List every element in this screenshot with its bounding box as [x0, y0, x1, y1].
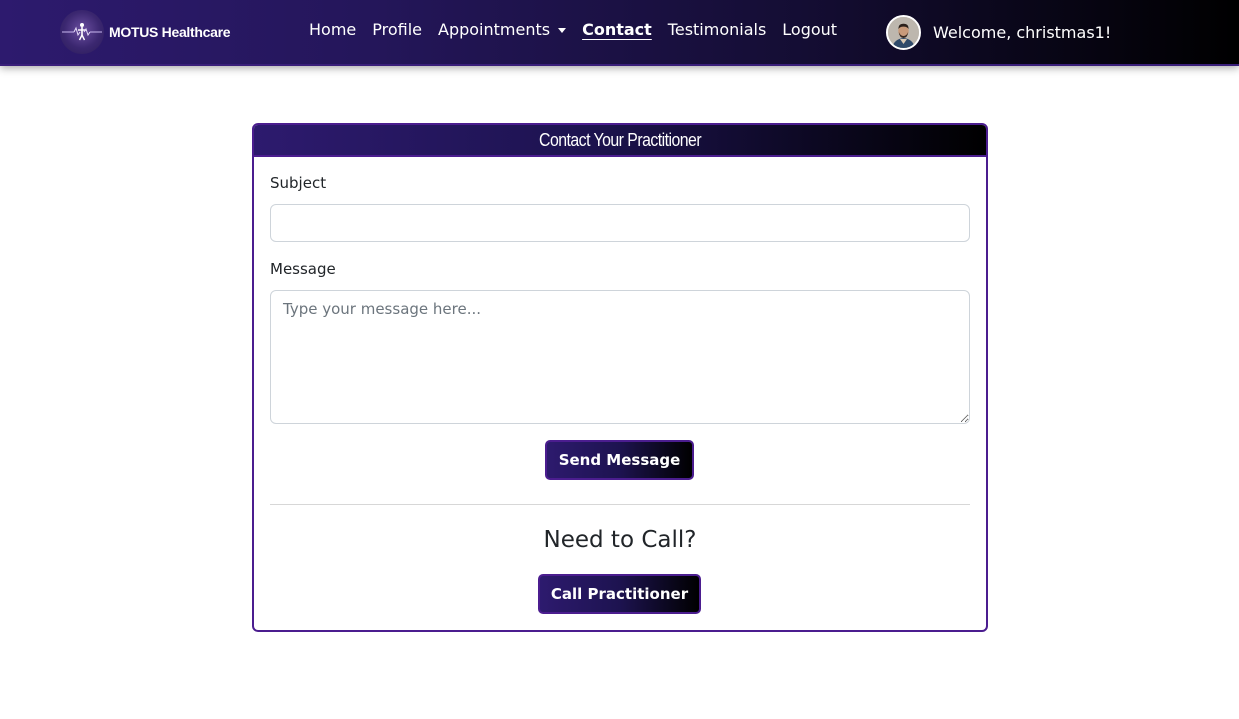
nav-profile[interactable]: Profile: [372, 20, 422, 39]
card-header: Contact Your Practitioner: [254, 125, 986, 157]
message-label: Message: [270, 260, 336, 278]
subject-input[interactable]: [270, 204, 970, 242]
nav-appointments-label: Appointments: [438, 20, 551, 39]
motus-logo-icon: [60, 10, 104, 54]
send-message-button[interactable]: Send Message: [545, 440, 694, 480]
card-title: Contact Your Practitioner: [538, 129, 702, 150]
nav-home[interactable]: Home: [309, 20, 356, 39]
message-textarea[interactable]: [270, 290, 970, 424]
call-heading: Need to Call?: [543, 527, 697, 553]
welcome-text: Welcome, christmas1!: [933, 23, 1112, 42]
call-practitioner-button[interactable]: Call Practitioner: [538, 574, 701, 614]
caret-down-icon: [558, 28, 567, 33]
nav-links: Home Profile Appointments Contact Testim…: [309, 20, 853, 39]
user-avatar[interactable]: [886, 15, 921, 50]
brand[interactable]: MOTUS Healthcare: [60, 10, 231, 54]
contact-card: Contact Your Practitioner Subject Messag…: [252, 123, 988, 632]
nav-appointments-dropdown[interactable]: Appointments: [438, 20, 567, 39]
nav-contact[interactable]: Contact: [582, 20, 652, 39]
subject-label: Subject: [270, 174, 327, 192]
nav-testimonials[interactable]: Testimonials: [668, 20, 767, 39]
section-divider: [270, 504, 970, 505]
nav-logout[interactable]: Logout: [782, 20, 837, 39]
user-area: Welcome, christmas1!: [886, 15, 1111, 50]
top-navbar: MOTUS Healthcare Home Profile Appointmen…: [0, 0, 1239, 66]
brand-name: MOTUS Healthcare: [109, 24, 231, 40]
